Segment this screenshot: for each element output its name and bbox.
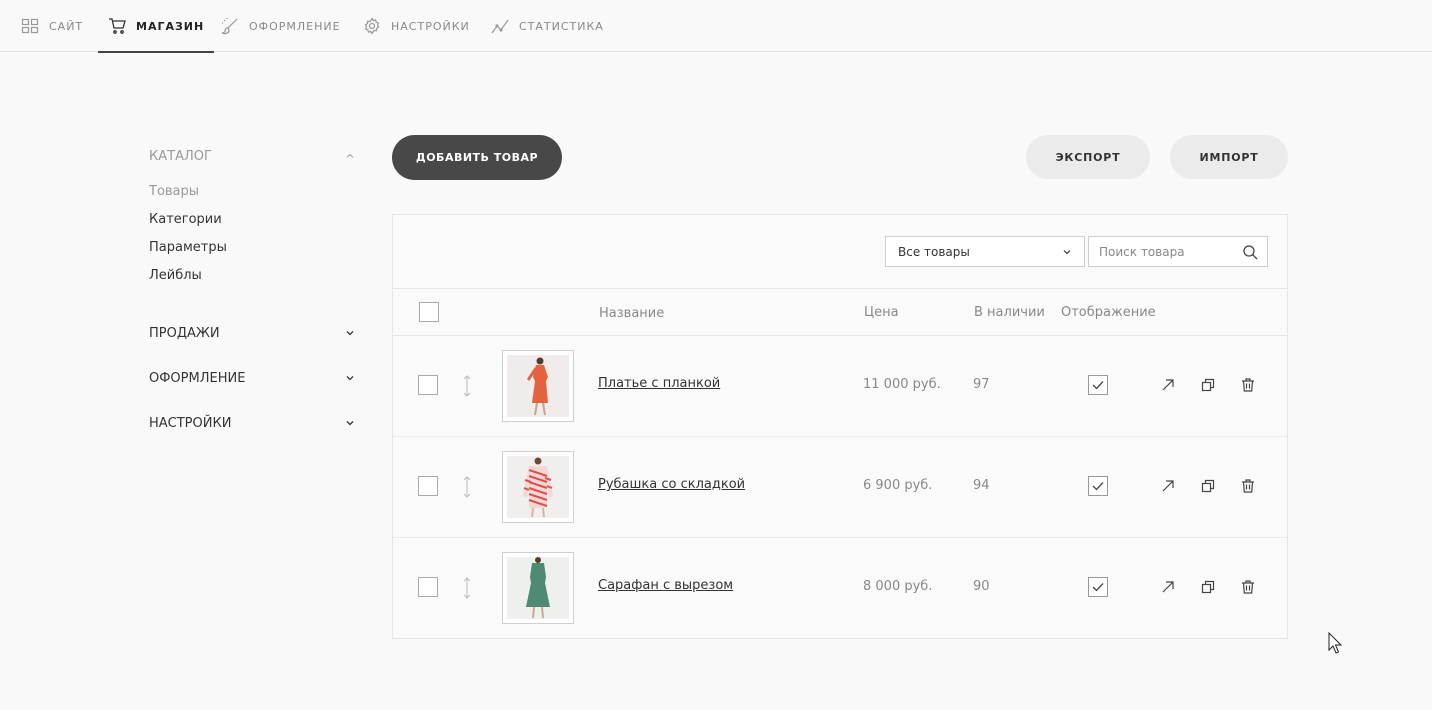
column-header-name[interactable]: Название bbox=[599, 290, 664, 336]
sidebar-item-products[interactable]: Товары bbox=[149, 184, 199, 199]
table-row: Рубашка со складкой 6 900 руб. 94 bbox=[393, 437, 1287, 538]
search-input[interactable] bbox=[1089, 237, 1239, 266]
drag-handle-icon[interactable] bbox=[461, 576, 473, 600]
search-icon[interactable] bbox=[1242, 244, 1258, 260]
nav-item-label: НАСТРОЙКИ bbox=[391, 19, 470, 33]
select-all-checkbox[interactable] bbox=[419, 302, 439, 322]
product-name-link[interactable]: Платье с планкой bbox=[598, 376, 720, 391]
display-checkbox[interactable] bbox=[1088, 577, 1108, 597]
trash-icon[interactable] bbox=[1240, 377, 1256, 393]
column-header-price[interactable]: Цена bbox=[864, 289, 899, 335]
product-thumbnail[interactable] bbox=[502, 552, 574, 624]
brush-icon bbox=[221, 18, 238, 35]
nav-item-label: САЙТ bbox=[49, 19, 84, 33]
table-row: Сарафан с вырезом 8 000 руб. 90 bbox=[393, 538, 1287, 639]
nav-item-site[interactable]: САЙТ bbox=[21, 0, 83, 52]
cart-icon bbox=[109, 18, 126, 34]
product-stock: 94 bbox=[973, 478, 990, 493]
gear-icon bbox=[364, 17, 380, 35]
row-checkbox[interactable] bbox=[418, 476, 438, 496]
top-navigation: САЙТ МАГАЗИН ОФОРМЛЕНИЕ НАСТРОЙКИ СТАТИС… bbox=[0, 0, 1432, 53]
checkmark-icon bbox=[1092, 482, 1104, 491]
sidebar-section-settings[interactable]: НАСТРОЙКИ bbox=[149, 413, 355, 433]
nav-item-statistics[interactable]: СТАТИСТИКА bbox=[491, 0, 604, 52]
product-filter-select[interactable]: Все товары bbox=[885, 236, 1085, 267]
chevron-up-icon bbox=[346, 153, 354, 158]
nav-item-settings[interactable]: НАСТРОЙКИ bbox=[363, 0, 470, 52]
grid-icon bbox=[21, 18, 39, 34]
product-name-link[interactable]: Сарафан с вырезом bbox=[598, 578, 733, 593]
duplicate-icon[interactable] bbox=[1200, 478, 1216, 494]
display-checkbox[interactable] bbox=[1088, 375, 1108, 395]
open-external-icon[interactable] bbox=[1160, 377, 1176, 393]
column-header-stock[interactable]: В наличии bbox=[974, 289, 1045, 335]
display-checkbox[interactable] bbox=[1088, 476, 1108, 496]
duplicate-icon[interactable] bbox=[1200, 579, 1216, 595]
shirt-image-icon bbox=[507, 456, 569, 518]
row-checkbox[interactable] bbox=[418, 577, 438, 597]
chevron-down-icon bbox=[1063, 250, 1071, 255]
add-product-button[interactable]: ДОБАВИТЬ ТОВАР bbox=[392, 135, 562, 180]
nav-item-label: МАГАЗИН bbox=[136, 19, 205, 33]
sidebar-item-labels[interactable]: Лейблы bbox=[149, 268, 202, 283]
product-stock: 97 bbox=[973, 377, 990, 392]
sidebar-section-design[interactable]: ОФОРМЛЕНИЕ bbox=[149, 368, 355, 388]
open-external-icon[interactable] bbox=[1160, 579, 1176, 595]
trash-icon[interactable] bbox=[1240, 478, 1256, 494]
chevron-down-icon bbox=[346, 331, 354, 336]
nav-item-label: СТАТИСТИКА bbox=[519, 19, 604, 33]
import-button[interactable]: ИМПОРТ bbox=[1170, 135, 1288, 179]
sidebar-item-parameters[interactable]: Параметры bbox=[149, 240, 227, 255]
sidebar-section-catalog[interactable]: КАТАЛОГ bbox=[149, 146, 355, 166]
chart-line-icon bbox=[491, 19, 509, 34]
mouse-cursor-icon bbox=[1328, 632, 1342, 654]
sidebar-section-sales[interactable]: ПРОДАЖИ bbox=[149, 323, 355, 343]
chevron-down-icon bbox=[346, 376, 354, 381]
nav-item-label: ОФОРМЛЕНИЕ bbox=[249, 19, 341, 33]
product-search bbox=[1088, 236, 1268, 267]
sidebar-item-categories[interactable]: Категории bbox=[149, 212, 222, 227]
dress-image-icon bbox=[507, 355, 569, 417]
product-price: 11 000 руб. bbox=[863, 377, 941, 392]
row-checkbox[interactable] bbox=[418, 375, 438, 395]
product-price: 8 000 руб. bbox=[863, 579, 933, 594]
export-button[interactable]: ЭКСПОРТ bbox=[1026, 135, 1150, 179]
chevron-down-icon bbox=[346, 421, 354, 426]
drag-handle-icon[interactable] bbox=[461, 374, 473, 398]
table-header: Название Цена В наличии Отображение bbox=[393, 288, 1287, 336]
checkmark-icon bbox=[1092, 381, 1104, 390]
table-row: Платье с планкой 11 000 руб. 97 bbox=[393, 336, 1287, 437]
nav-item-design[interactable]: ОФОРМЛЕНИЕ bbox=[221, 0, 341, 52]
duplicate-icon[interactable] bbox=[1200, 377, 1216, 393]
product-price: 6 900 руб. bbox=[863, 478, 933, 493]
products-panel: Все товары Название Цена В наличии Отобр… bbox=[392, 214, 1288, 639]
open-external-icon[interactable] bbox=[1160, 478, 1176, 494]
sidebar-section-label: НАСТРОЙКИ bbox=[149, 415, 232, 431]
sundress-image-icon bbox=[507, 557, 569, 619]
drag-handle-icon[interactable] bbox=[461, 475, 473, 499]
column-header-display[interactable]: Отображение bbox=[1061, 289, 1156, 335]
product-name-link[interactable]: Рубашка со складкой bbox=[598, 477, 745, 492]
checkmark-icon bbox=[1092, 583, 1104, 592]
product-thumbnail[interactable] bbox=[502, 350, 574, 422]
product-thumbnail[interactable] bbox=[502, 451, 574, 523]
nav-item-shop[interactable]: МАГАЗИН bbox=[97, 0, 215, 53]
sidebar-section-label: ОФОРМЛЕНИЕ bbox=[149, 370, 246, 386]
sidebar-section-label: ПРОДАЖИ bbox=[149, 325, 220, 341]
sidebar-section-label: КАТАЛОГ bbox=[149, 148, 212, 164]
product-stock: 90 bbox=[973, 579, 990, 594]
trash-icon[interactable] bbox=[1240, 579, 1256, 595]
filter-select-value: Все товары bbox=[898, 244, 970, 259]
